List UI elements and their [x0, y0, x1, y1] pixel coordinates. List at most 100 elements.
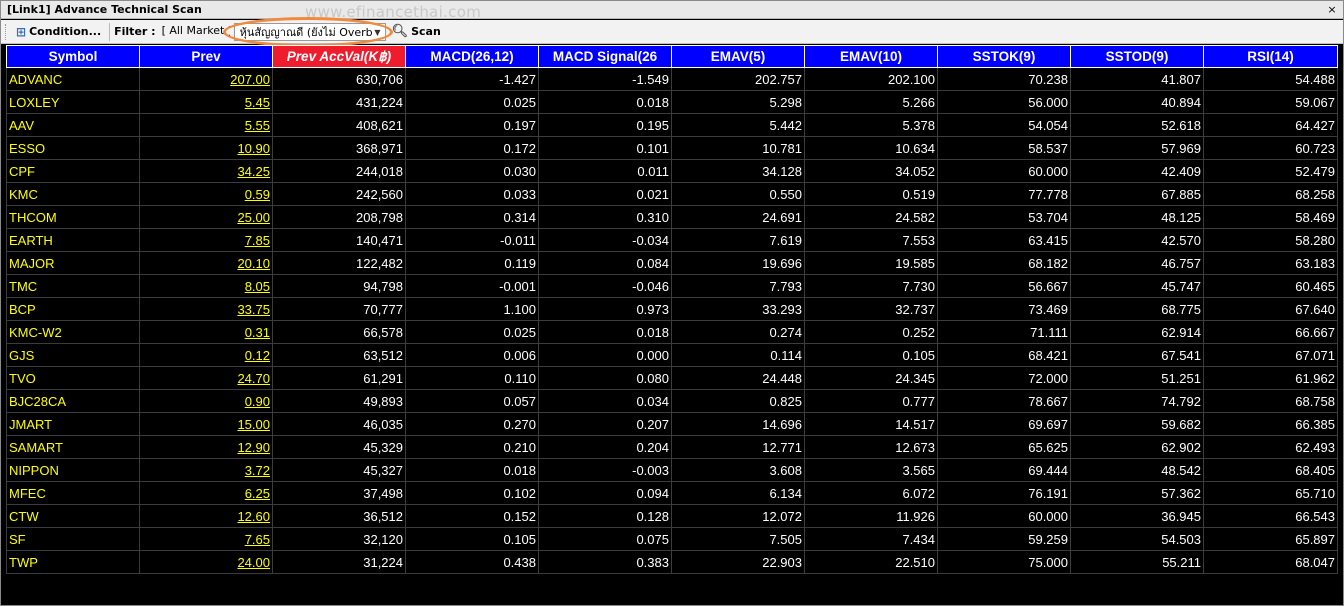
table-row[interactable]: BCP 33.75 70,777 1.100 0.973 33.293 32.737 73.4… — [6, 297, 1338, 321]
symbol-cell[interactable]: EARTH — [6, 228, 140, 252]
table-row[interactable]: ESSO 10.90 368,971 0.172 0.101 10.781 10.634 58… — [6, 136, 1338, 160]
prev-price-link[interactable]: 0.12 — [139, 343, 273, 367]
table-row[interactable]: CPF 34.25 244,018 0.030 0.011 34.128 34.052 60.… — [6, 159, 1338, 183]
symbol-cell[interactable]: JMART — [6, 412, 140, 436]
market-filter[interactable]: [ All Market ] — [160, 23, 230, 41]
watermark: www.efinancethai.com — [305, 3, 482, 21]
toolbar-grip[interactable] — [5, 23, 8, 40]
table-cell: 0.000 — [538, 343, 672, 367]
table-cell: 59.259 — [937, 527, 1071, 551]
column-header[interactable]: EMAV(10) — [804, 45, 938, 68]
table-row[interactable]: CTW 12.60 36,512 0.152 0.128 12.072 11.926 60.0… — [6, 504, 1338, 528]
symbol-cell[interactable]: KMC — [6, 182, 140, 206]
symbol-cell[interactable]: TMC — [6, 274, 140, 298]
magnifier-icon: 🔍︎ — [391, 24, 409, 39]
table-row[interactable]: KMC-W2 0.31 66,578 0.025 0.018 0.274 0.252 71.1… — [6, 320, 1338, 344]
table-row[interactable]: SF 7.65 32,120 0.105 0.075 7.505 7.434 59.259 54… — [6, 527, 1338, 551]
symbol-cell[interactable]: THCOM — [6, 205, 140, 229]
table-row[interactable]: TVO 24.70 61,291 0.110 0.080 24.448 24.345 72.0… — [6, 366, 1338, 390]
table-row[interactable]: EARTH 7.85 140,471 -0.011 -0.034 7.619 7.553 63… — [6, 228, 1338, 252]
scan-type-dropdown[interactable]: หุ้นสัญญาณดี (ยังไม่ Overbought) ▼ — [233, 22, 386, 41]
condition-button[interactable]: ⊞ Condition... — [12, 22, 105, 42]
symbol-cell[interactable]: BCP — [6, 297, 140, 321]
table-cell: 0.274 — [671, 320, 805, 344]
prev-price-link[interactable]: 0.59 — [139, 182, 273, 206]
prev-price-link[interactable]: 8.05 — [139, 274, 273, 298]
table-row[interactable]: TMC 8.05 94,798 -0.001 -0.046 7.793 7.730 56.66… — [6, 274, 1338, 298]
prev-price-link[interactable]: 25.00 — [139, 205, 273, 229]
table-cell: 0.025 — [405, 90, 539, 114]
prev-price-link[interactable]: 207.00 — [139, 67, 273, 91]
table-cell: 59.067 — [1203, 90, 1338, 114]
table-cell: 0.825 — [671, 389, 805, 413]
table-cell: -1.549 — [538, 67, 672, 91]
symbol-cell[interactable]: TWP — [6, 550, 140, 574]
table-row[interactable]: AAV 5.55 408,621 0.197 0.195 5.442 5.378 54.054… — [6, 113, 1338, 137]
symbol-cell[interactable]: TVO — [6, 366, 140, 390]
table-row[interactable]: MAJOR 20.10 122,482 0.119 0.084 19.696 19.585 6… — [6, 251, 1338, 275]
prev-price-link[interactable]: 33.75 — [139, 297, 273, 321]
symbol-cell[interactable]: AAV — [6, 113, 140, 137]
table-row[interactable]: THCOM 25.00 208,798 0.314 0.310 24.691 24.582 5… — [6, 205, 1338, 229]
symbol-cell[interactable]: NIPPON — [6, 458, 140, 482]
prev-price-link[interactable]: 7.65 — [139, 527, 273, 551]
prev-price-link[interactable]: 12.90 — [139, 435, 273, 459]
column-header[interactable]: RSI(14) — [1203, 45, 1338, 68]
table-row[interactable]: KMC 0.59 242,560 0.033 0.021 0.550 0.519 77.778… — [6, 182, 1338, 206]
table-cell: -1.427 — [405, 67, 539, 91]
column-header[interactable]: MACD(26,12) — [405, 45, 539, 68]
prev-price-link[interactable]: 20.10 — [139, 251, 273, 275]
column-header[interactable]: Prev AccVal(K฿) — [272, 45, 406, 68]
table-cell: 62.902 — [1070, 435, 1204, 459]
prev-price-link[interactable]: 15.00 — [139, 412, 273, 436]
close-icon[interactable]: × — [1325, 3, 1339, 17]
symbol-cell[interactable]: MAJOR — [6, 251, 140, 275]
symbol-cell[interactable]: GJS — [6, 343, 140, 367]
symbol-cell[interactable]: ESSO — [6, 136, 140, 160]
column-header[interactable]: SSTOD(9) — [1070, 45, 1204, 68]
symbol-cell[interactable]: ADVANC — [6, 67, 140, 91]
column-header[interactable]: EMAV(5) — [671, 45, 805, 68]
table-row[interactable]: JMART 15.00 46,035 0.270 0.207 14.696 14.517 69… — [6, 412, 1338, 436]
prev-price-link[interactable]: 7.85 — [139, 228, 273, 252]
column-header[interactable]: MACD Signal(26 — [538, 45, 672, 68]
column-header[interactable]: Symbol — [6, 45, 140, 68]
table-row[interactable]: TWP 24.00 31,224 0.438 0.383 22.903 22.510 75.0… — [6, 550, 1338, 574]
symbol-cell[interactable]: MFEC — [6, 481, 140, 505]
symbol-cell[interactable]: CPF — [6, 159, 140, 183]
prev-price-link[interactable]: 12.60 — [139, 504, 273, 528]
column-header[interactable]: Prev — [139, 45, 273, 68]
table-row[interactable]: ADVANC 207.00 630,706 -1.427 -1.549 202.757 20… — [6, 67, 1338, 91]
table-cell: 368,971 — [272, 136, 406, 160]
prev-price-link[interactable]: 5.45 — [139, 90, 273, 114]
prev-price-link[interactable]: 24.00 — [139, 550, 273, 574]
prev-price-link[interactable]: 34.25 — [139, 159, 273, 183]
symbol-cell[interactable]: SAMART — [6, 435, 140, 459]
prev-price-link[interactable]: 24.70 — [139, 366, 273, 390]
chevron-down-icon: ▼ — [374, 27, 381, 37]
prev-price-link[interactable]: 3.72 — [139, 458, 273, 482]
symbol-cell[interactable]: KMC-W2 — [6, 320, 140, 344]
symbol-cell[interactable]: LOXLEY — [6, 90, 140, 114]
prev-price-link[interactable]: 0.90 — [139, 389, 273, 413]
table-row[interactable]: GJS 0.12 63,512 0.006 0.000 0.114 0.105 68.421 6… — [6, 343, 1338, 367]
symbol-cell[interactable]: SF — [6, 527, 140, 551]
table-row[interactable]: SAMART 12.90 45,329 0.210 0.204 12.771 12.673 6… — [6, 435, 1338, 459]
table-cell: 45,329 — [272, 435, 406, 459]
table-cell: 63.183 — [1203, 251, 1338, 275]
table-row[interactable]: MFEC 6.25 37,498 0.102 0.094 6.134 6.072 76.191… — [6, 481, 1338, 505]
table-row[interactable]: BJC28CA 0.90 49,893 0.057 0.034 0.825 0.777 78.… — [6, 389, 1338, 413]
table-row[interactable]: LOXLEY 5.45 431,224 0.025 0.018 5.298 5.266 56.… — [6, 90, 1338, 114]
prev-price-link[interactable]: 6.25 — [139, 481, 273, 505]
prev-price-link[interactable]: 0.31 — [139, 320, 273, 344]
prev-price-link[interactable]: 10.90 — [139, 136, 273, 160]
symbol-cell[interactable]: CTW — [6, 504, 140, 528]
table-row[interactable]: NIPPON 3.72 45,327 0.018 -0.003 3.608 3.565 69.… — [6, 458, 1338, 482]
symbol-cell[interactable]: BJC28CA — [6, 389, 140, 413]
table-cell: 5.298 — [671, 90, 805, 114]
prev-price-link[interactable]: 5.55 — [139, 113, 273, 137]
column-header[interactable]: SSTOK(9) — [937, 45, 1071, 68]
table-cell: 68.182 — [937, 251, 1071, 275]
table-cell: 56.000 — [937, 90, 1071, 114]
scan-button[interactable]: 🔍︎ Scan — [392, 24, 441, 39]
